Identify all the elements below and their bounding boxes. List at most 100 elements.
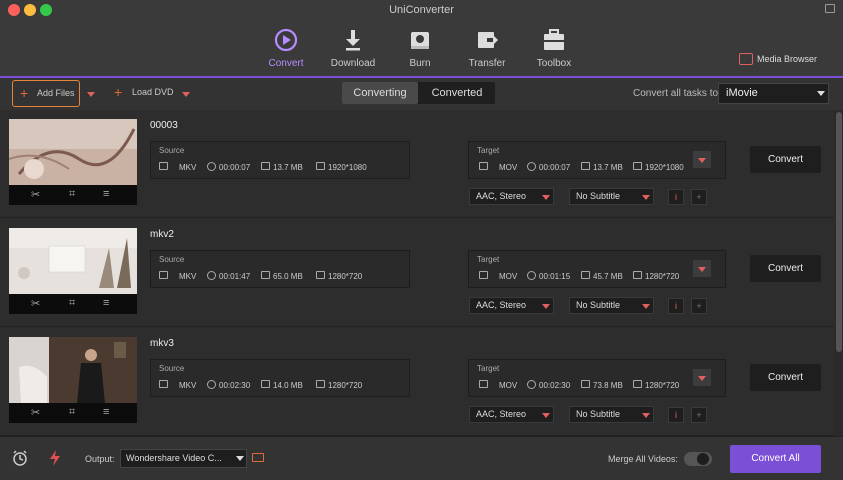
tab-toolbox[interactable]: Toolbox xyxy=(522,26,586,69)
target-size: 45.7 MB xyxy=(593,272,623,281)
video-thumbnail[interactable]: ✂ ⌗ ≡ xyxy=(9,119,137,205)
source-format: MKV xyxy=(179,272,197,281)
scissors-icon[interactable]: ✂ xyxy=(31,406,40,419)
feedback-icon[interactable] xyxy=(825,4,835,13)
source-info: Source MKV 00:00:07 13.7 MB 1920*1080 xyxy=(150,141,410,179)
audio-select[interactable]: AAC, Stereo xyxy=(469,297,554,314)
audio-select[interactable]: AAC, Stereo xyxy=(469,406,554,423)
schedule-alarm-icon[interactable] xyxy=(11,449,29,467)
list-item: ✂ ⌗ ≡ mkv3 Source MKV 00:02:30 14.0 MB 1… xyxy=(0,328,834,436)
clock-icon xyxy=(207,380,216,389)
chevron-down-icon xyxy=(817,91,825,96)
scrollbar-thumb[interactable] xyxy=(836,112,842,352)
load-dvd-dropdown-icon[interactable] xyxy=(182,92,190,97)
high-speed-icon[interactable] xyxy=(48,449,62,467)
chevron-down-icon xyxy=(542,195,550,200)
resolution-icon xyxy=(316,271,325,279)
target-size: 73.8 MB xyxy=(593,381,623,390)
tab-converting[interactable]: Converting xyxy=(342,82,418,104)
convert-all-label: Convert all tasks to: xyxy=(633,88,721,99)
chevron-down-icon xyxy=(236,456,244,461)
source-format: MKV xyxy=(179,163,197,172)
scissors-icon[interactable]: ✂ xyxy=(31,188,40,201)
list-item: ✂ ⌗ ≡ mkv2 Source MKV 00:01:47 65.0 MB 1… xyxy=(0,219,834,327)
chevron-down-icon xyxy=(542,304,550,309)
media-browser-button[interactable]: Media Browser xyxy=(757,54,817,64)
resolution-icon xyxy=(633,271,642,279)
source-size: 65.0 MB xyxy=(273,272,303,281)
video-thumbnail[interactable]: ✂ ⌗ ≡ xyxy=(9,228,137,314)
list-item: ✂ ⌗ ≡ 00003 Source MKV 00:00:07 13.7 MB … xyxy=(0,110,834,218)
resolution-icon xyxy=(316,162,325,170)
crop-icon[interactable]: ⌗ xyxy=(69,297,75,310)
output-folder-select[interactable]: Wondershare Video C... xyxy=(120,449,247,468)
target-format-dropdown[interactable] xyxy=(692,368,712,387)
source-resolution: 1280*720 xyxy=(328,272,363,281)
effects-icon[interactable]: ≡ xyxy=(103,188,109,200)
crop-icon[interactable]: ⌗ xyxy=(69,406,75,419)
file-list-scrollbar[interactable] xyxy=(835,110,843,436)
crop-icon[interactable]: ⌗ xyxy=(69,188,75,201)
target-duration: 00:00:07 xyxy=(539,163,571,172)
media-browser-icon[interactable] xyxy=(739,53,753,65)
info-icon[interactable]: i xyxy=(668,298,684,314)
source-info: Source MKV 00:02:30 14.0 MB 1280*720 xyxy=(150,359,410,397)
chevron-down-icon xyxy=(698,267,706,272)
subtitle-select[interactable]: No Subtitle xyxy=(569,297,654,314)
info-icon[interactable]: i xyxy=(668,407,684,423)
source-info: Source MKV 00:01:47 65.0 MB 1280*720 xyxy=(150,250,410,288)
film-icon xyxy=(479,380,488,388)
target-duration: 00:01:15 xyxy=(539,272,571,281)
merge-all-toggle[interactable] xyxy=(684,452,712,466)
file-name: mkv3 xyxy=(150,338,174,349)
action-bar: + Add Files + Load DVD Converting Conver… xyxy=(0,78,843,110)
info-icon[interactable]: i xyxy=(668,189,684,205)
open-folder-icon[interactable] xyxy=(252,453,264,462)
thumbnail-toolbar: ✂ ⌗ ≡ xyxy=(9,403,137,423)
file-list: ✂ ⌗ ≡ 00003 Source MKV 00:00:07 13.7 MB … xyxy=(0,110,834,436)
transfer-icon xyxy=(473,26,501,54)
plus-icon: + xyxy=(114,84,123,100)
add-files-dropdown-icon[interactable] xyxy=(87,92,95,97)
convert-button[interactable]: Convert xyxy=(750,146,821,173)
tab-convert[interactable]: Convert xyxy=(254,26,318,69)
audio-select[interactable]: AAC, Stereo xyxy=(469,188,554,205)
convert-button[interactable]: Convert xyxy=(750,364,821,391)
folder-icon xyxy=(261,271,270,279)
convert-button[interactable]: Convert xyxy=(750,255,821,282)
target-info: Target MOV 00:01:15 45.7 MB 1280*720 xyxy=(468,250,726,288)
effects-icon[interactable]: ≡ xyxy=(103,297,109,309)
plus-icon: + xyxy=(20,85,29,101)
add-files-button[interactable]: + Add Files xyxy=(12,80,80,107)
scissors-icon[interactable]: ✂ xyxy=(31,297,40,310)
target-format-dropdown[interactable] xyxy=(692,150,712,169)
merge-icon[interactable]: + xyxy=(691,298,707,314)
tab-converted[interactable]: Converted xyxy=(419,82,495,104)
target-format: MOV xyxy=(499,163,518,172)
tab-transfer[interactable]: Transfer xyxy=(455,26,519,69)
target-resolution: 1280*720 xyxy=(645,272,680,281)
tab-download[interactable]: Download xyxy=(321,26,385,69)
subtitle-select[interactable]: No Subtitle xyxy=(569,188,654,205)
convert-all-button[interactable]: Convert All xyxy=(730,445,821,473)
video-thumbnail[interactable]: ✂ ⌗ ≡ xyxy=(9,337,137,423)
merge-icon[interactable]: + xyxy=(691,407,707,423)
source-resolution: 1280*720 xyxy=(328,381,363,390)
status-segmented-control: Converting Converted xyxy=(342,82,495,104)
thumbnail-toolbar: ✂ ⌗ ≡ xyxy=(9,294,137,314)
merge-icon[interactable]: + xyxy=(691,189,707,205)
film-icon xyxy=(159,380,168,388)
thumbnail-image xyxy=(9,119,137,185)
tab-burn[interactable]: Burn xyxy=(388,26,452,69)
resolution-icon xyxy=(316,380,325,388)
output-label: Output: xyxy=(85,454,115,464)
convert-all-format-select[interactable]: iMovie xyxy=(718,83,829,104)
effects-icon[interactable]: ≡ xyxy=(103,406,109,418)
convert-icon xyxy=(272,26,300,54)
subtitle-select[interactable]: No Subtitle xyxy=(569,406,654,423)
target-duration: 00:02:30 xyxy=(539,381,571,390)
clock-icon xyxy=(207,162,216,171)
target-format-dropdown[interactable] xyxy=(692,259,712,278)
folder-icon xyxy=(261,380,270,388)
load-dvd-button[interactable]: + Load DVD xyxy=(114,84,174,100)
